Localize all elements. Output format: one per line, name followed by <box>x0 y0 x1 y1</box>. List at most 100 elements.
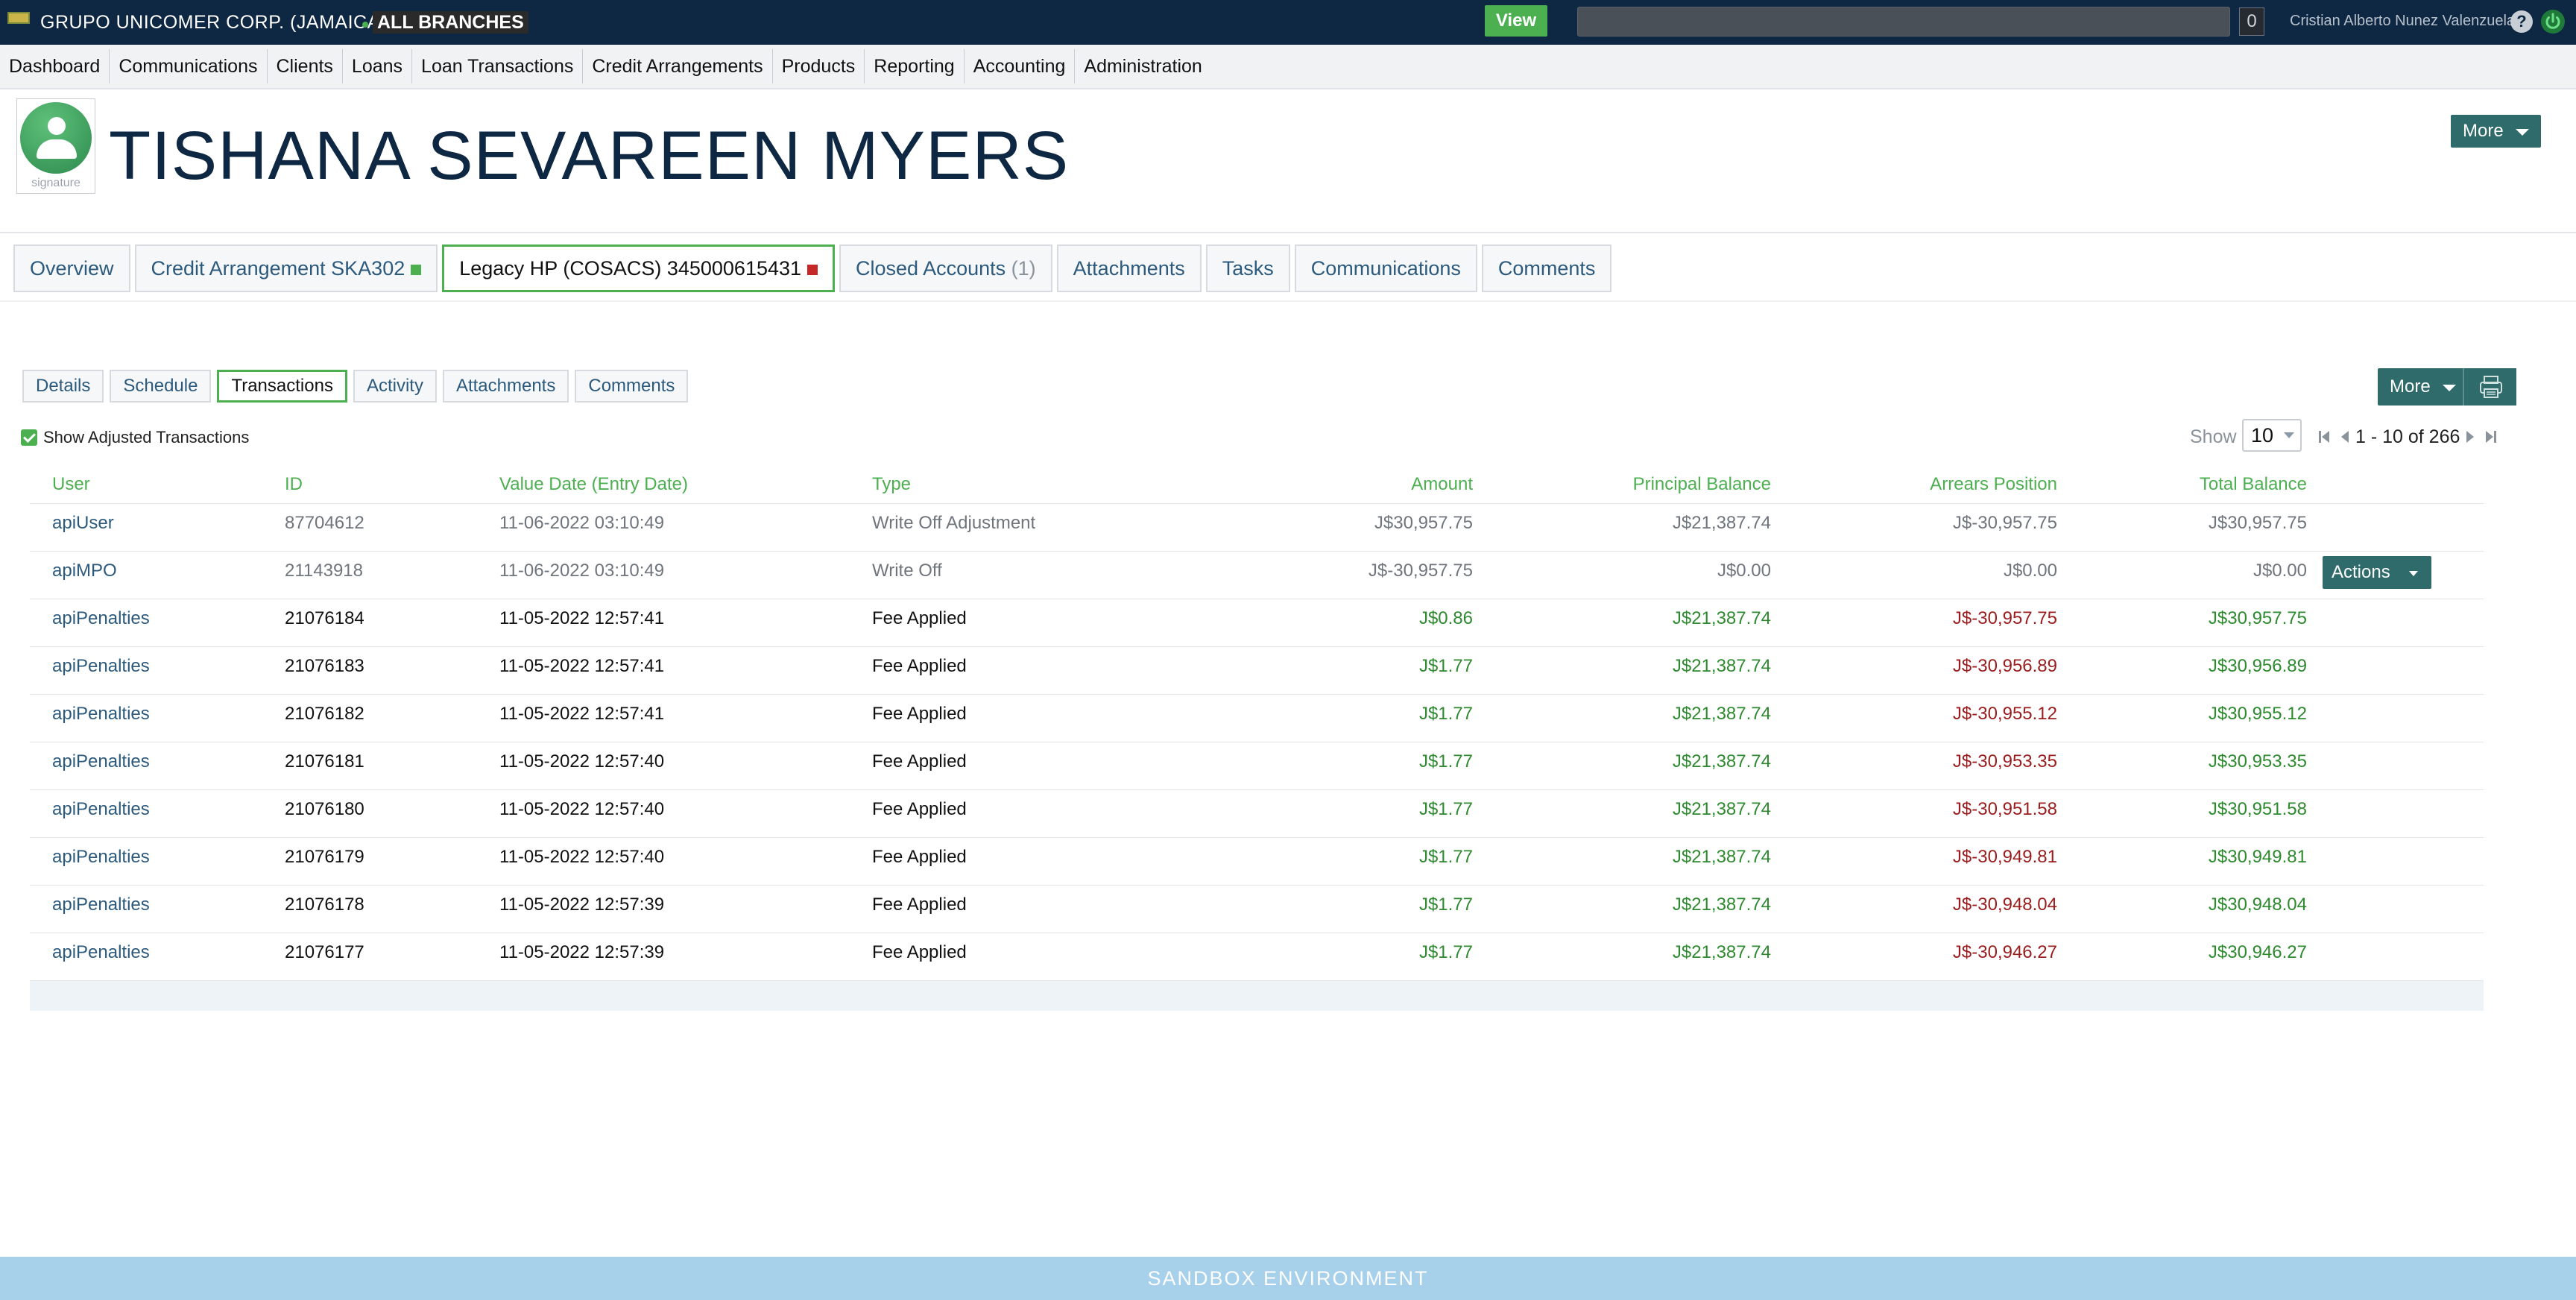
organization-name: GRUPO UNICOMER CORP. (JAMAICA) <box>40 12 387 33</box>
cell-id: 21076179 <box>285 847 364 867</box>
nav-communications[interactable]: Communications <box>110 49 268 83</box>
global-search-input[interactable] <box>1577 7 2230 37</box>
table-row[interactable]: apiMPO 21143918 11-06-2022 03:10:49 Writ… <box>30 552 2484 599</box>
tab-credit-arrangement[interactable]: Credit Arrangement SKA302 <box>134 244 438 292</box>
column-header-type[interactable]: Type <box>872 465 911 504</box>
cell-date: 11-05-2022 12:57:40 <box>499 751 665 772</box>
tab-legacy-hp[interactable]: Legacy HP (COSACS) 345000615431 <box>442 244 836 292</box>
main-navigation: Dashboard Communications Clients Loans L… <box>0 45 2576 89</box>
show-adjusted-checkbox[interactable] <box>21 429 37 446</box>
column-header-arrears-position[interactable]: Arrears Position <box>1930 465 2057 504</box>
nav-products[interactable]: Products <box>773 49 865 83</box>
column-header-total-balance[interactable]: Total Balance <box>2200 465 2307 504</box>
first-page-icon[interactable] <box>2317 429 2332 444</box>
transactions-more-button[interactable]: More <box>2378 368 2468 406</box>
cell-date: 11-05-2022 12:57:39 <box>499 894 665 915</box>
cell-amount: J$1.77 <box>1418 894 1473 915</box>
tab-comments[interactable]: Comments <box>1481 244 1612 292</box>
table-row[interactable]: apiPenalties 21076179 11-05-2022 12:57:4… <box>30 838 2484 886</box>
cell-id: 21076180 <box>285 799 364 819</box>
table-row[interactable]: apiPenalties 21076180 11-05-2022 12:57:4… <box>30 790 2484 838</box>
client-avatar[interactable]: signature <box>16 98 95 194</box>
show-adjusted-toggle[interactable]: Show Adjusted Transactions <box>21 428 249 447</box>
subtab-attachments[interactable]: Attachments <box>442 370 569 403</box>
tab-closed-accounts[interactable]: Closed Accounts (1) <box>839 244 1052 292</box>
cell-id: 21143918 <box>285 561 363 581</box>
current-user-name[interactable]: Cristian Alberto Nunez Valenzuela <box>2290 13 2515 30</box>
transactions-table: User ID Value Date (Entry Date) Type Amo… <box>30 465 2484 1011</box>
nav-administration[interactable]: Administration <box>1075 49 1210 83</box>
cell-total-balance: J$30,953.35 <box>2208 751 2307 772</box>
table-row[interactable]: apiUser 87704612 11-06-2022 03:10:49 Wri… <box>30 504 2484 552</box>
cell-type: Fee Applied <box>872 942 967 962</box>
page-size-select[interactable]: 10 <box>2242 419 2302 452</box>
cell-user[interactable]: apiPenalties <box>52 838 150 877</box>
column-header-principal-balance[interactable]: Principal Balance <box>1633 465 1771 504</box>
nav-loans[interactable]: Loans <box>343 49 413 83</box>
cell-user[interactable]: apiMPO <box>52 552 117 590</box>
cell-date: 11-05-2022 12:57:41 <box>499 656 665 676</box>
nav-dashboard[interactable]: Dashboard <box>0 49 110 83</box>
cell-type: Write Off Adjustment <box>872 513 1036 533</box>
cell-total-balance: J$30,951.58 <box>2208 799 2307 819</box>
cell-user[interactable]: apiPenalties <box>52 599 150 638</box>
cell-amount: J$0.86 <box>1418 608 1473 628</box>
table-row[interactable]: apiPenalties 21076181 11-05-2022 12:57:4… <box>30 742 2484 790</box>
cell-arrears-position: J$-30,955.12 <box>1952 704 2057 724</box>
print-button[interactable] <box>2463 368 2516 406</box>
table-row[interactable]: apiPenalties 21076182 11-05-2022 12:57:4… <box>30 695 2484 742</box>
cell-total-balance: J$30,949.81 <box>2208 847 2307 867</box>
subtab-comments[interactable]: Comments <box>575 370 689 403</box>
view-button[interactable]: View <box>1485 5 1547 37</box>
closed-accounts-count: (1) <box>1011 257 1036 280</box>
client-more-button[interactable]: More <box>2451 115 2541 148</box>
tab-communications[interactable]: Communications <box>1294 244 1477 292</box>
cell-user[interactable]: apiPenalties <box>52 695 150 733</box>
table-row[interactable]: apiPenalties 21076183 11-05-2022 12:57:4… <box>30 647 2484 695</box>
last-page-icon[interactable] <box>2484 429 2498 444</box>
header-divider <box>0 232 2576 233</box>
tab-tasks[interactable]: Tasks <box>1205 244 1290 292</box>
next-page-icon[interactable] <box>2463 429 2478 444</box>
cell-principal-balance: J$21,387.74 <box>1672 894 1771 915</box>
table-row[interactable]: apiPenalties 21076178 11-05-2022 12:57:3… <box>30 886 2484 933</box>
page-range-text: 1 - 10 of 266 <box>2355 426 2460 447</box>
branch-selector[interactable]: ALL BRANCHES <box>373 11 528 34</box>
table-header-row: User ID Value Date (Entry Date) Type Amo… <box>30 465 2484 504</box>
nav-credit-arrangements[interactable]: Credit Arrangements <box>583 49 773 83</box>
cell-principal-balance: J$0.00 <box>1717 561 1771 581</box>
subtab-details[interactable]: Details <box>22 370 104 403</box>
cell-user[interactable]: apiPenalties <box>52 933 150 972</box>
help-icon[interactable]: ? <box>2510 10 2533 33</box>
row-actions-button[interactable]: Actions <box>2323 556 2431 589</box>
subtab-schedule[interactable]: Schedule <box>110 370 212 403</box>
cell-user[interactable]: apiPenalties <box>52 790 150 829</box>
cell-user[interactable]: apiPenalties <box>52 742 150 781</box>
column-header-amount[interactable]: Amount <box>1411 465 1473 504</box>
column-header-id[interactable]: ID <box>285 465 303 504</box>
nav-clients[interactable]: Clients <box>268 49 343 83</box>
subtab-transactions[interactable]: Transactions <box>217 370 347 403</box>
subtab-activity[interactable]: Activity <box>353 370 437 403</box>
tab-overview[interactable]: Overview <box>13 244 130 292</box>
printer-icon <box>2480 376 2502 398</box>
cell-arrears-position: J$-30,956.89 <box>1952 656 2057 676</box>
column-header-value-date[interactable]: Value Date (Entry Date) <box>499 465 688 504</box>
active-status-indicator <box>411 264 422 275</box>
table-row[interactable]: apiPenalties 21076184 11-05-2022 12:57:4… <box>30 599 2484 647</box>
cell-user[interactable]: apiPenalties <box>52 886 150 924</box>
cell-user[interactable]: apiPenalties <box>52 647 150 686</box>
nav-accounting[interactable]: Accounting <box>965 49 1076 83</box>
nav-reporting[interactable]: Reporting <box>865 49 965 83</box>
tab-attachments[interactable]: Attachments <box>1056 244 1202 292</box>
notification-count-badge[interactable]: 0 <box>2239 7 2264 36</box>
prev-page-icon[interactable] <box>2337 429 2352 444</box>
column-header-user[interactable]: User <box>52 465 90 504</box>
signature-label[interactable]: signature <box>17 177 95 190</box>
power-icon[interactable] <box>2540 9 2566 34</box>
user-avatar-icon <box>20 102 92 174</box>
nav-loan-transactions[interactable]: Loan Transactions <box>412 49 584 83</box>
cell-principal-balance: J$21,387.74 <box>1672 513 1771 533</box>
table-row[interactable]: apiPenalties 21076177 11-05-2022 12:57:3… <box>30 933 2484 981</box>
cell-user[interactable]: apiUser <box>52 504 114 543</box>
